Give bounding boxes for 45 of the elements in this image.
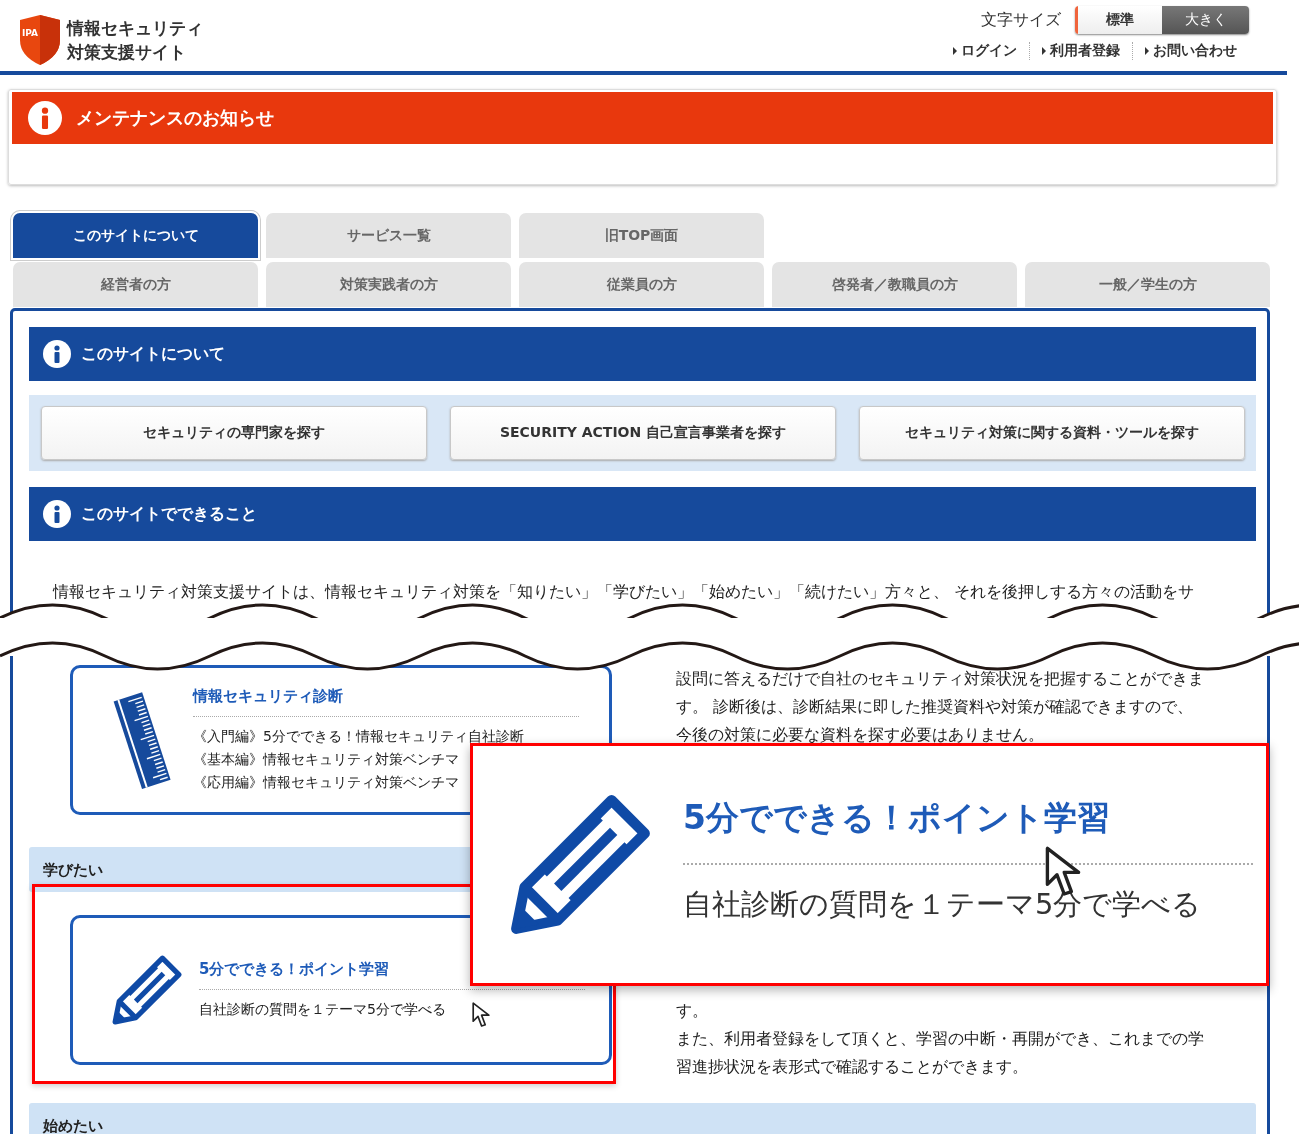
callout-title: 5分でできる！ポイント学習 — [683, 797, 1110, 839]
nav-tab[interactable]: サービス一覧 — [266, 213, 511, 258]
description-text: す。 — [676, 1000, 709, 1022]
nav-tab[interactable]: 経営者の方 — [13, 262, 258, 307]
card-text: 《基本編》情報セキュリティ対策ベンチマ — [193, 749, 459, 769]
card-text: 《入門編》5分でできる！情報セキュリティ自社診断 — [193, 726, 524, 746]
info-icon — [28, 101, 62, 135]
card-text: 自社診断の質問を１テーマ5分で学べる — [199, 999, 446, 1019]
nav-tab[interactable]: 従業員の方 — [519, 262, 764, 307]
header-link[interactable]: お問い合わせ — [1132, 42, 1249, 60]
triangle-icon — [1042, 47, 1046, 55]
search-link-button[interactable]: セキュリティ対策に関する資料・ツールを探す — [859, 406, 1245, 460]
card-text: 《応用編》情報セキュリティ対策ベンチマ — [193, 772, 459, 792]
logo-label: IPA — [22, 28, 39, 38]
font-size-option[interactable]: 標準 — [1075, 6, 1162, 34]
font-size-option[interactable]: 大きく — [1162, 6, 1249, 34]
nav-tab[interactable]: 啓発者／教職員の方 — [772, 262, 1017, 307]
shield-logo-icon — [17, 13, 63, 66]
intro-text: 情報セキュリティ対策支援サイトは、情報セキュリティ対策を「知りたい」「学びたい」「始めたい」「続けたい」方々と、 それを後押しする方々の活動をサ — [53, 581, 1196, 603]
category-title: 始めたい — [43, 1116, 103, 1134]
search-link-button[interactable]: セキュリティの専門家を探す — [41, 406, 427, 460]
info-icon — [43, 340, 71, 368]
nav-tab[interactable]: 対策実践者の方 — [266, 262, 511, 307]
section-title: このサイトについて — [81, 343, 225, 365]
pencil-icon — [111, 954, 183, 1026]
header-link[interactable]: ログイン — [941, 42, 1029, 60]
site-title: 情報セキュリティ — [67, 16, 203, 40]
font-size-label: 文字サイズ — [981, 9, 1061, 31]
triangle-icon — [1145, 47, 1149, 55]
card-title[interactable]: 情報セキュリティ診断 — [193, 686, 343, 706]
category-title: 学びたい — [43, 860, 103, 880]
site-title: 対策支援サイト — [67, 40, 187, 64]
section-title: このサイトでできること — [81, 503, 257, 525]
nav-tab[interactable]: 旧TOP画面 — [519, 213, 764, 258]
notice-title: メンテナンスのお知らせ — [76, 106, 274, 130]
triangle-icon — [953, 47, 957, 55]
pencil-icon — [508, 792, 653, 937]
header-link[interactable]: 利用者登録 — [1029, 42, 1132, 60]
nav-tab[interactable]: このサイトについて — [13, 213, 258, 258]
nav-tab[interactable]: 一般／学生の方 — [1025, 262, 1270, 307]
description-text: 設問に答えるだけで自社のセキュリティ対策状況を把握することができます。 診断後は、診断結果に即した推奨資料や対策が確認できますので、今後の対策に必要な資料を探す必要はありません。 — [676, 668, 1205, 746]
card-title[interactable]: 5分でできる！ポイント学習 — [199, 959, 390, 979]
search-link-button[interactable]: SECURITY ACTION 自己宣言事業者を探す — [450, 406, 836, 460]
description-text: また、利用者登録をして頂くと、学習の中断・再開ができ、これまでの学習進捗状況を表形式で確認することができます。 — [676, 1028, 1205, 1078]
info-icon — [43, 500, 71, 528]
